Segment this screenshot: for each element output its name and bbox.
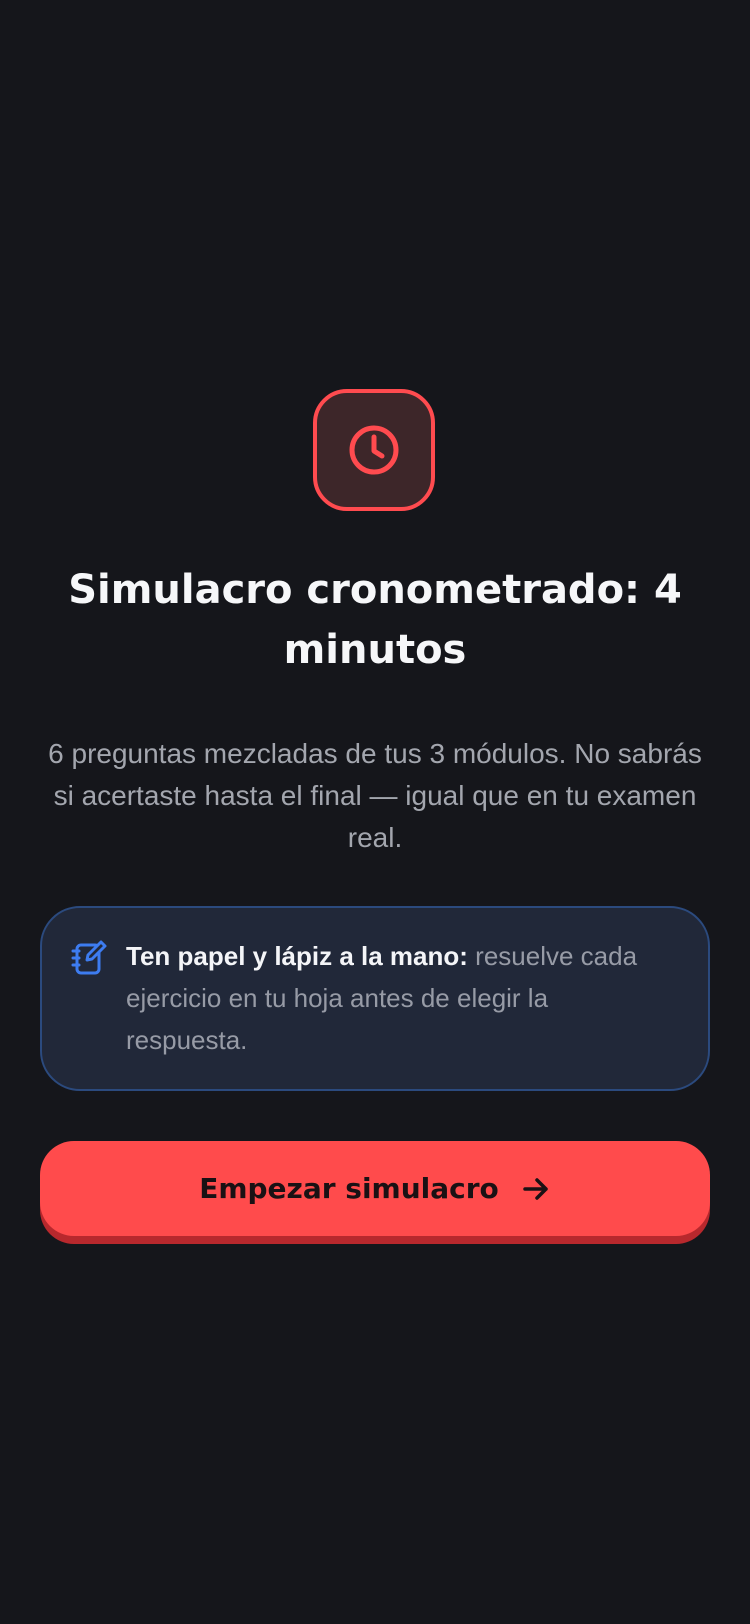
timer-badge (313, 389, 435, 511)
simulation-intro-screen: Simulacro cronometrado: 4 minutos 6 preg… (0, 0, 750, 1624)
start-button-label: Empezar simulacro (199, 1172, 499, 1205)
arrow-right-icon (523, 1177, 548, 1200)
tip-text: Ten papel y lápiz a la mano: resuelve ca… (126, 935, 666, 1061)
start-simulation-button[interactable]: Empezar simulacro (40, 1141, 710, 1236)
tip-strong-label: Ten papel y lápiz a la mano: (126, 941, 468, 971)
page-description: 6 preguntas mezcladas de tus 3 módulos. … (48, 738, 702, 853)
tip-card: Ten papel y lápiz a la mano: resuelve ca… (40, 906, 710, 1091)
page-title: Simulacro cronometrado: 4 minutos (68, 567, 682, 673)
clock-icon (349, 425, 399, 475)
notebook-pencil-icon (71, 940, 107, 975)
